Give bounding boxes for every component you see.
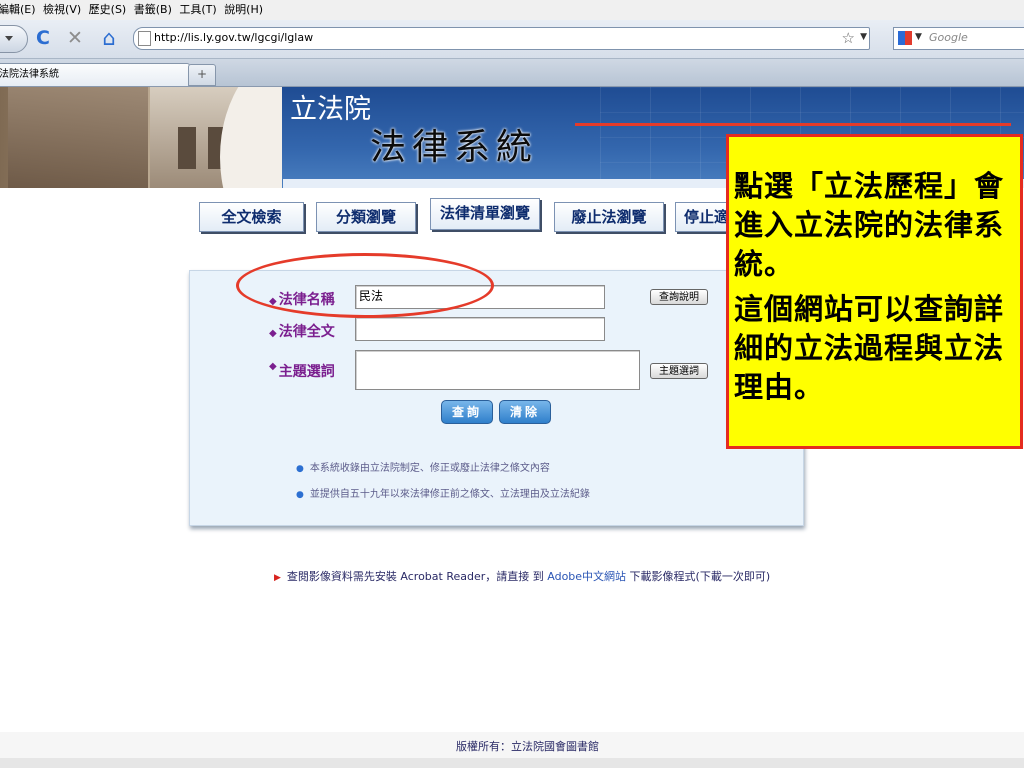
dropdown-arrow-icon[interactable]: ▼ xyxy=(860,32,867,42)
tab-law-list-browse[interactable]: 法律清單瀏覽 xyxy=(430,198,540,230)
address-bar[interactable]: http://lis.ly.gov.tw/lgcgi/lglaw ☆ ▼ xyxy=(133,27,870,50)
menu-view[interactable]: 檢視(V) xyxy=(43,0,81,20)
callout-text-2: 這個網站可以查詢詳細的立法過程與立法理由。 xyxy=(734,292,1005,404)
triangle-bullet-icon: ▶ xyxy=(274,573,281,583)
note-item: ● 本系統收錄由立法院制定、修正或廢止法律之條文內容 xyxy=(296,463,550,474)
menu-bookmarks[interactable]: 書籤(B) xyxy=(134,0,172,20)
page-icon xyxy=(138,31,151,46)
diamond-icon: ◆ xyxy=(269,328,277,339)
banner-photo xyxy=(8,87,148,188)
dropdown-arrow-icon[interactable]: ▼ xyxy=(915,32,922,42)
copyright-text: 版權所有：立法院國會圖書館 xyxy=(456,740,599,753)
footer: 版權所有：立法院國會圖書館 xyxy=(0,732,1024,758)
dropdown-arrow-icon xyxy=(5,36,13,41)
search-box[interactable]: ▼ Google xyxy=(893,27,1024,50)
search-placeholder[interactable]: Google xyxy=(929,30,968,46)
highlight-ellipse xyxy=(236,253,494,318)
diamond-icon: ◆ xyxy=(269,361,277,372)
star-icon[interactable]: ☆ xyxy=(842,28,855,48)
subject-input[interactable] xyxy=(355,350,640,390)
query-button[interactable]: 查詢 xyxy=(441,400,493,424)
law-fulltext-input[interactable] xyxy=(355,317,605,341)
clear-button[interactable]: 清除 xyxy=(499,400,551,424)
banner-system-name: 法律系統 xyxy=(370,127,539,168)
bullet-icon: ● xyxy=(296,464,304,474)
tab-repealed-law-browse[interactable]: 廢止法瀏覽 xyxy=(554,202,664,232)
back-button[interactable] xyxy=(0,25,28,53)
adobe-site-link[interactable]: Adobe中文網站 xyxy=(547,570,626,583)
menu-help[interactable]: 說明(H) xyxy=(224,0,263,20)
google-icon[interactable] xyxy=(898,31,912,45)
browser-menubar: 編輯(E) 檢視(V) 歷史(S) 書籤(B) 工具(T) 說明(H) xyxy=(0,0,1024,20)
stop-icon[interactable]: ✕ xyxy=(64,28,86,48)
tab-fulltext-search[interactable]: 全文檢索 xyxy=(199,202,304,232)
bullet-icon: ● xyxy=(296,490,304,500)
query-help-button[interactable]: 查詢說明 xyxy=(650,289,708,305)
menu-history[interactable]: 歷史(S) xyxy=(89,0,127,20)
law-fulltext-label: ◆ 法律全文 xyxy=(269,324,335,340)
annotation-line xyxy=(575,123,1011,126)
tab-category-browse[interactable]: 分類瀏覽 xyxy=(316,202,416,232)
active-tab[interactable]: 法院法律系統 xyxy=(0,63,190,86)
menu-edit[interactable]: 編輯(E) xyxy=(0,0,36,20)
new-tab-button[interactable]: + xyxy=(188,64,216,86)
home-icon[interactable]: ⌂ xyxy=(98,28,120,49)
url-text[interactable]: http://lis.ly.gov.tw/lgcgi/lglaw xyxy=(154,30,313,46)
note-item: ● 並提供自五十九年以來法律修正前之條文、立法理由及立法紀錄 xyxy=(296,489,590,500)
menu-tools[interactable]: 工具(T) xyxy=(179,0,216,20)
building-window xyxy=(178,127,196,169)
subject-select-button[interactable]: 主題選詞 xyxy=(650,363,708,379)
annotation-callout: 點選「立法歷程」會進入立法院的法律系統。 這個網站可以查詢詳細的立法過程與立法理… xyxy=(726,134,1023,449)
tab-strip: 法院法律系統 + xyxy=(0,59,1024,87)
acrobat-instructions: ▶ 查閱影像資料需先安裝 Acrobat Reader，請直接 到 Adobe中文… xyxy=(274,570,771,583)
callout-text-1: 點選「立法歷程」會進入立法院的法律系統。 xyxy=(734,169,1005,281)
banner-org-name: 立法院 xyxy=(290,94,371,125)
status-bar xyxy=(0,758,1024,768)
subject-label: ◆ 主題選詞 xyxy=(269,361,335,380)
reload-icon[interactable]: C xyxy=(32,28,54,48)
